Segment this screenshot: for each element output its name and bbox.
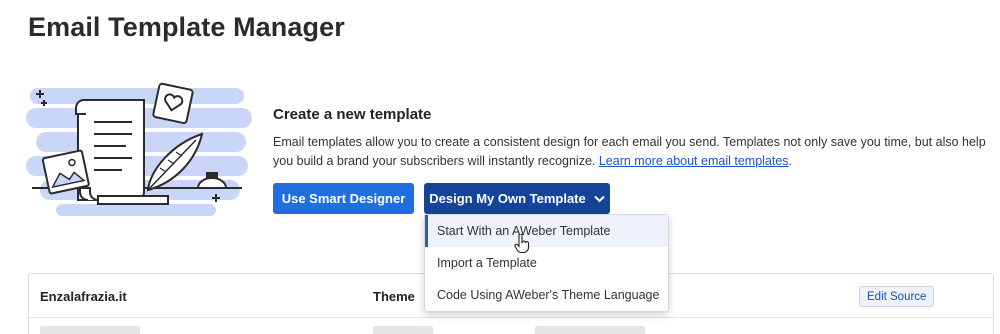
design-my-own-template-button[interactable]: Design My Own Template: [424, 183, 610, 214]
page-title: Email Template Manager: [28, 12, 345, 42]
description-suffix: .: [788, 154, 793, 168]
create-template-section: Create a new template Email templates al…: [273, 106, 988, 171]
design-options-menu: Start With an AWeber Template Import a T…: [424, 214, 669, 312]
menu-item-import-template[interactable]: Import a Template: [425, 247, 668, 279]
chevron-down-icon: [594, 195, 605, 203]
theme-column-header: Theme: [373, 289, 415, 304]
template-illustration: [26, 82, 252, 216]
table-row-cell: [373, 326, 433, 334]
section-heading: Create a new template: [273, 106, 432, 123]
smart-designer-label: Use Smart Designer: [281, 191, 406, 206]
menu-item-code-theme-language[interactable]: Code Using AWeber's Theme Language: [425, 279, 668, 311]
learn-more-link[interactable]: Learn more about email templates: [599, 154, 789, 168]
design-own-label: Design My Own Template: [429, 191, 586, 206]
edit-source-button[interactable]: Edit Source: [859, 286, 935, 307]
table-row: [40, 326, 140, 334]
menu-item-start-with-template[interactable]: Start With an AWeber Template: [425, 215, 668, 247]
section-description: Email templates allow you to create a co…: [273, 133, 988, 171]
use-smart-designer-button[interactable]: Use Smart Designer: [273, 183, 414, 214]
table-row-cell: [535, 326, 645, 334]
list-name: Enzalafrazia.it: [40, 289, 127, 304]
